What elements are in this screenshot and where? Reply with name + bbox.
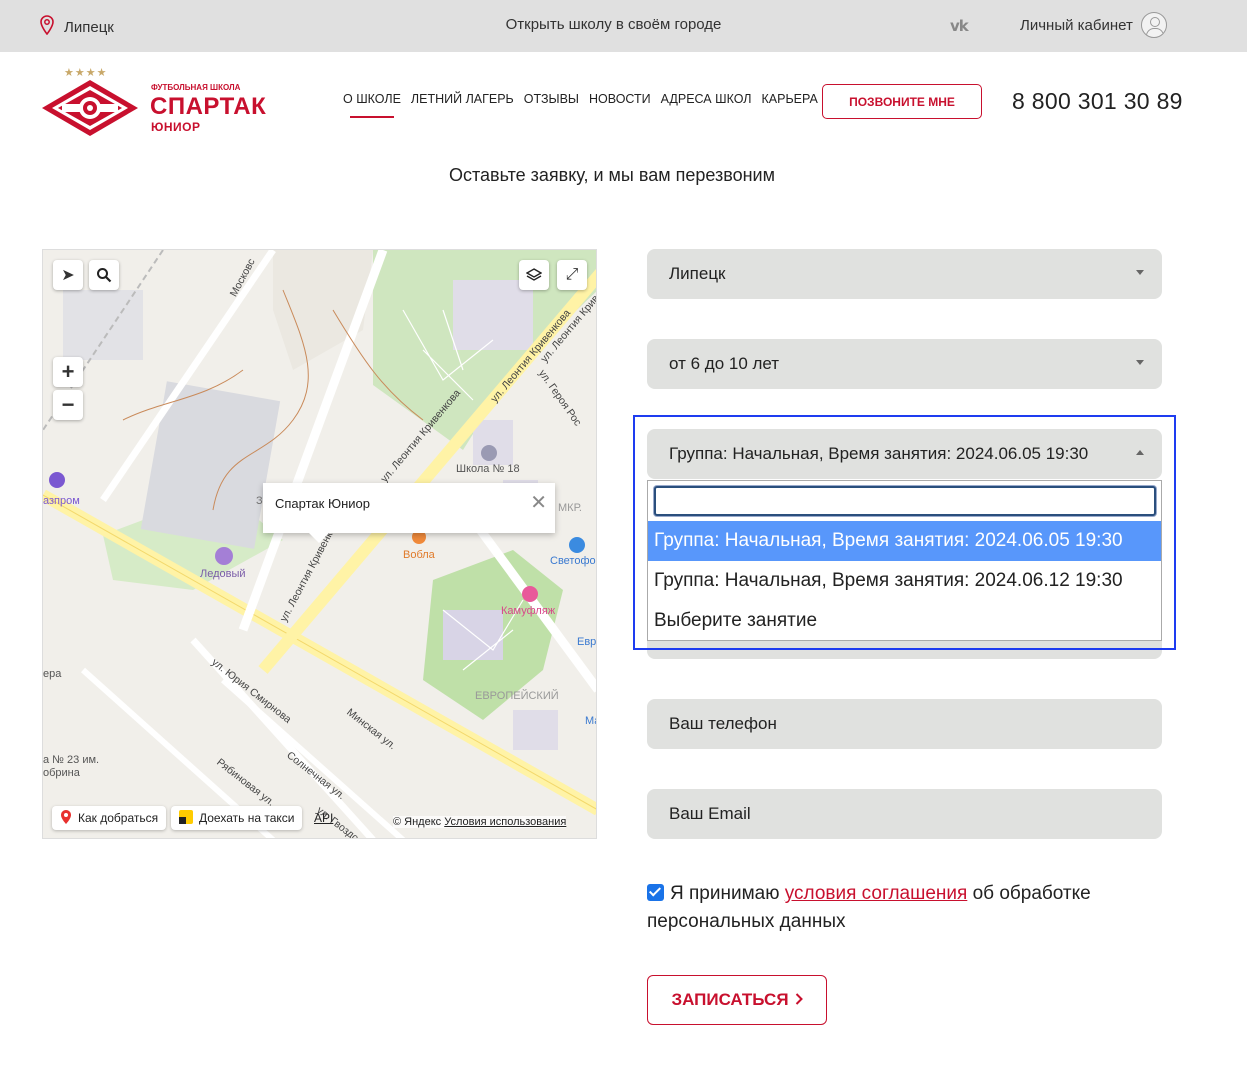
spartak-junior-logo[interactable]: ★★★★ ФУТБОЛЬНАЯ ШКОЛА СПАРТАК ЮНИОР — [40, 66, 280, 138]
poi-label: азпром — [43, 495, 80, 507]
age-select[interactable]: от 6 до 10 лет — [647, 339, 1162, 389]
caret-down-icon — [1136, 360, 1144, 365]
taxi-icon — [179, 809, 193, 827]
email-input[interactable]: Ваш Email — [647, 789, 1162, 839]
route-button[interactable]: Как добраться — [52, 806, 167, 830]
poi-label: Вобла — [403, 549, 435, 561]
api-link[interactable]: API — [314, 811, 333, 825]
map-balloon-tail — [309, 533, 329, 543]
phone-placeholder: Ваш телефон — [669, 714, 777, 733]
map-balloon: Спартак Юниор ✕ — [263, 483, 555, 543]
submit-label: ЗАПИСАТЬСЯ — [671, 990, 789, 1009]
nav-item-news[interactable]: НОВОСТИ — [589, 92, 651, 106]
personal-cabinet-link[interactable]: Личный кабинет — [1020, 12, 1167, 38]
poi-label: Светофо — [550, 555, 596, 567]
terms-link[interactable]: Условия использования — [444, 816, 566, 828]
route-button-label: Как добраться — [78, 811, 159, 825]
taxi-button-label: Доехать на такси — [199, 811, 295, 825]
chevron-right-icon — [795, 990, 803, 1010]
spartak-rhombus-icon — [42, 80, 138, 136]
poi-label: ЕВРОПЕЙСКИЙ — [475, 690, 559, 702]
consent-row: Я принимаю условия соглашения об обработ… — [647, 880, 1117, 936]
call-me-button[interactable]: ПОЗВОНИТЕ МНЕ — [822, 84, 982, 119]
top-bar: Липецк Открыть школу в своём городе vk Л… — [0, 0, 1247, 52]
city-select[interactable]: Липецк — [647, 249, 1162, 299]
caret-down-icon — [1136, 270, 1144, 275]
form-title: Оставьте заявку, и мы вам перезвоним — [449, 165, 775, 185]
phone-number[interactable]: 8 800 301 30 89 — [1012, 88, 1183, 115]
focus-highlight — [633, 415, 1176, 650]
main-nav: О ШКОЛЕ ЛЕТНИЙ ЛАГЕРЬ ОТЗЫВЫ НОВОСТИ АДР… — [343, 92, 818, 118]
close-icon[interactable]: ✕ — [530, 493, 547, 513]
fullscreen-icon[interactable]: ⤢ — [557, 260, 587, 290]
layers-icon[interactable] — [519, 260, 549, 290]
city-select-value: Липецк — [669, 264, 726, 283]
map-copyright: © Яндекс Условия использования — [393, 816, 567, 828]
route-pin-icon — [60, 809, 72, 828]
vk-icon[interactable]: vk — [950, 17, 969, 35]
agreement-link[interactable]: условия соглашения — [785, 883, 968, 904]
poi-label: Школа № 18 — [456, 463, 520, 475]
brand-junior: ЮНИОР — [151, 120, 201, 134]
nav-item-reviews[interactable]: ОТЗЫВЫ — [524, 92, 579, 106]
poi-label: Евр — [577, 636, 597, 648]
poi-label: Ледовый — [200, 568, 246, 580]
taxi-button[interactable]: Доехать на такси — [171, 806, 303, 830]
poi-label: ера — [43, 668, 62, 680]
geolocation-icon[interactable]: ➤ — [53, 260, 83, 290]
brand-subtitle: ФУТБОЛЬНАЯ ШКОЛА — [151, 83, 241, 92]
consent-text-before: Я принимаю — [670, 883, 785, 904]
poi-label: а № 23 им. — [43, 754, 100, 766]
submit-button[interactable]: ЗАПИСАТЬСЯ — [647, 975, 827, 1025]
map-balloon-title: Спартак Юниор — [275, 496, 370, 511]
nav-item-addresses[interactable]: АДРЕСА ШКОЛ — [661, 92, 752, 106]
yandex-map[interactable]: ➤ ⤢ + − Московс ул. Леонтия Кривенкова у… — [42, 249, 597, 839]
email-placeholder: Ваш Email — [669, 804, 751, 823]
user-avatar-icon — [1140, 12, 1167, 38]
poi-label: МКР. — [558, 502, 582, 514]
zoom-in-icon[interactable]: + — [53, 357, 83, 387]
poi-label: обрина — [43, 767, 80, 779]
phone-input[interactable]: Ваш телефон — [647, 699, 1162, 749]
map-search-icon[interactable] — [89, 260, 119, 290]
brand-name: СПАРТАК — [150, 93, 267, 120]
nav-item-summer-camp[interactable]: ЛЕТНИЙ ЛАГЕРЬ — [411, 92, 514, 106]
poi-label: З — [256, 495, 263, 507]
age-select-value: от 6 до 10 лет — [669, 354, 780, 373]
poi-label: Ма — [585, 715, 596, 727]
nav-item-career[interactable]: КАРЬЕРА — [762, 92, 818, 106]
copyright-prefix: © Яндекс — [393, 816, 445, 828]
consent-checkbox[interactable] — [647, 884, 664, 901]
personal-cabinet-label: Личный кабинет — [1020, 16, 1133, 34]
nav-item-about[interactable]: О ШКОЛЕ — [343, 92, 401, 118]
poi-label: Камуфляж — [501, 605, 556, 617]
zoom-out-icon[interactable]: − — [53, 390, 83, 420]
